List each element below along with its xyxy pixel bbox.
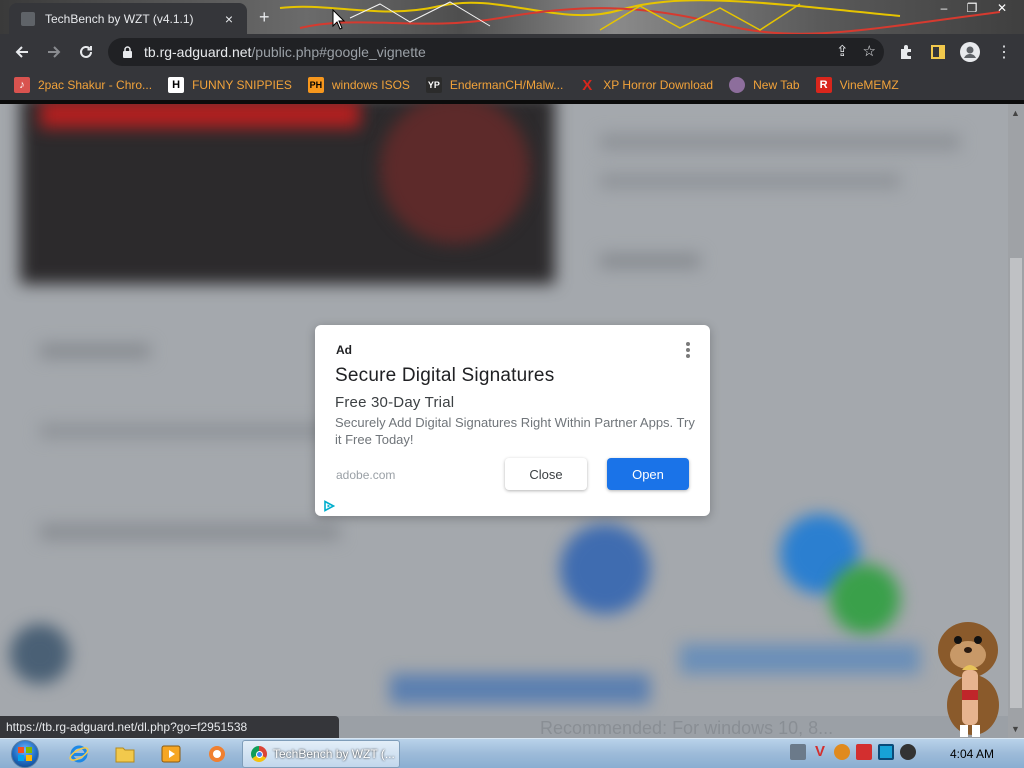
media-player-icon[interactable] <box>160 743 182 765</box>
scroll-down-icon[interactable]: ▼ <box>1011 724 1020 734</box>
browser-toolbar: tb.rg-adguard.net/public.php#google_vign… <box>0 34 1024 70</box>
back-button[interactable] <box>12 42 32 62</box>
minimize-icon[interactable]: – <box>930 0 958 18</box>
reload-button[interactable] <box>76 42 96 62</box>
internet-explorer-icon[interactable] <box>68 743 90 765</box>
forward-arrow-icon <box>48 46 61 58</box>
network-icon[interactable] <box>790 744 806 760</box>
reload-icon <box>80 45 92 58</box>
ad-options-icon[interactable] <box>682 341 694 359</box>
text-line <box>40 344 150 358</box>
banner-title-block <box>40 104 360 128</box>
pinned-app-icon[interactable] <box>206 743 228 765</box>
text-line <box>600 174 900 188</box>
download-button-blurred <box>680 644 920 674</box>
ad-headline[interactable]: Secure Digital Signatures <box>335 365 554 387</box>
taskbar-clock[interactable]: 4:04 AM <box>950 747 994 761</box>
windows-logo-icon <box>11 740 39 768</box>
bookmark-label: windows ISOS <box>331 78 410 92</box>
adchoices-icon[interactable] <box>323 500 335 512</box>
url-path: /public.php#google_vignette <box>251 44 426 60</box>
ad-close-button[interactable]: Close <box>505 458 587 490</box>
newtab-icon <box>729 77 746 93</box>
ph-icon: PH <box>307 77 324 93</box>
x-icon: X <box>582 76 593 94</box>
r-icon: R <box>815 77 832 93</box>
blurred-icon <box>830 564 900 634</box>
volume-icon[interactable] <box>900 744 916 760</box>
url-host: tb.rg-adguard.net <box>144 44 252 60</box>
display-icon[interactable] <box>878 744 894 760</box>
music-icon: ♪ <box>14 77 30 93</box>
tab-favicon-icon <box>21 11 35 26</box>
blurred-icon <box>10 624 70 684</box>
scroll-up-icon[interactable]: ▲ <box>1011 108 1020 118</box>
title-bar: TechBench by WZT (v4.1.1) × + – ❐ ✕ <box>0 0 1024 34</box>
file-explorer-icon[interactable] <box>114 743 136 765</box>
flag-icon[interactable] <box>856 744 872 760</box>
profile-avatar-icon[interactable] <box>960 42 980 62</box>
text-line <box>40 524 340 540</box>
bookmarks-bar: ♪ 2pac Shakur - Chro... H FUNNY SNIPPIES… <box>0 70 1024 100</box>
address-bar[interactable]: tb.rg-adguard.net/public.php#google_vign… <box>108 38 884 66</box>
side-panel-icon[interactable] <box>928 42 948 62</box>
forward-button[interactable] <box>44 42 64 62</box>
share-icon[interactable]: ⇪ <box>836 42 849 60</box>
back-arrow-icon <box>15 46 28 58</box>
mouse-cursor-icon <box>332 9 346 30</box>
ad-description[interactable]: Securely Add Digital Signatures Right Wi… <box>335 414 695 448</box>
page-scrollbar[interactable]: ▲ ▼ <box>1008 104 1024 738</box>
start-button[interactable] <box>6 739 44 768</box>
vignette-ad-dialog: Ad Secure Digital Signatures Free 30-Day… <box>315 325 710 516</box>
v-app-icon[interactable]: V <box>812 744 828 760</box>
bookmark-item[interactable]: ♪ 2pac Shakur - Chro... <box>14 77 152 93</box>
search-tray-icon[interactable] <box>834 744 850 760</box>
tab-close-icon[interactable]: × <box>221 11 237 27</box>
text-line <box>600 254 700 268</box>
bookmark-item[interactable]: X XP Horror Download <box>579 76 714 94</box>
lock-icon[interactable] <box>120 45 134 59</box>
taskbar-chrome-window[interactable]: TechBench by WZT (... <box>242 740 400 768</box>
new-tab-button[interactable]: + <box>259 7 270 28</box>
bookmark-star-icon[interactable]: ☆ <box>863 42 876 60</box>
bookmark-item[interactable]: New Tab <box>729 77 800 93</box>
bookmark-label: New Tab <box>753 78 800 92</box>
bookmark-item[interactable]: PH windows ISOS <box>307 77 410 93</box>
blurred-icon <box>560 524 650 614</box>
menu-kebab-icon[interactable]: ⋮ <box>994 42 1014 62</box>
page-faded-text: Recommended: For windows 10, 8... <box>540 718 834 738</box>
ad-subheadline[interactable]: Free 30-Day Trial <box>335 394 454 411</box>
bookmark-label: VineMEMZ <box>839 78 899 92</box>
h-icon: H <box>168 77 185 93</box>
taskbar-window-label: TechBench by WZT (... <box>273 747 395 761</box>
extensions-icon[interactable] <box>896 42 916 62</box>
bookmark-label: FUNNY SNIPPIES <box>192 78 292 92</box>
download-button-blurred <box>390 674 650 704</box>
browser-tab[interactable]: TechBench by WZT (v4.1.1) × <box>9 3 247 34</box>
bookmark-item[interactable]: H FUNNY SNIPPIES <box>168 77 292 93</box>
scrollbar-thumb[interactable] <box>1010 258 1022 708</box>
text-line <box>600 134 960 150</box>
tab-title: TechBench by WZT (v4.1.1) <box>45 11 194 26</box>
ad-domain[interactable]: adobe.com <box>336 468 395 482</box>
system-tray: V <box>790 744 916 760</box>
bookmark-label: EndermanCH/Malw... <box>449 78 564 92</box>
bookmark-item[interactable]: R VineMEMZ <box>815 77 899 93</box>
chrome-icon <box>251 746 267 762</box>
ad-label: Ad <box>336 343 352 357</box>
bookmark-label: 2pac Shakur - Chro... <box>38 78 153 92</box>
yp-icon: YP <box>425 77 442 93</box>
window-close-icon[interactable]: ✕ <box>988 0 1016 18</box>
bookmark-label: XP Horror Download <box>603 78 714 92</box>
bookmark-item[interactable]: YP EndermanCH/Malw... <box>425 77 564 93</box>
restore-icon[interactable]: ❐ <box>958 0 986 18</box>
desktop-mascot-image <box>938 622 999 737</box>
link-status-bubble: https://tb.rg-adguard.net/dl.php?go=f295… <box>0 716 339 738</box>
ad-open-button[interactable]: Open <box>607 458 689 490</box>
windows-taskbar: TechBench by WZT (... V 4:04 AM <box>0 738 1024 768</box>
